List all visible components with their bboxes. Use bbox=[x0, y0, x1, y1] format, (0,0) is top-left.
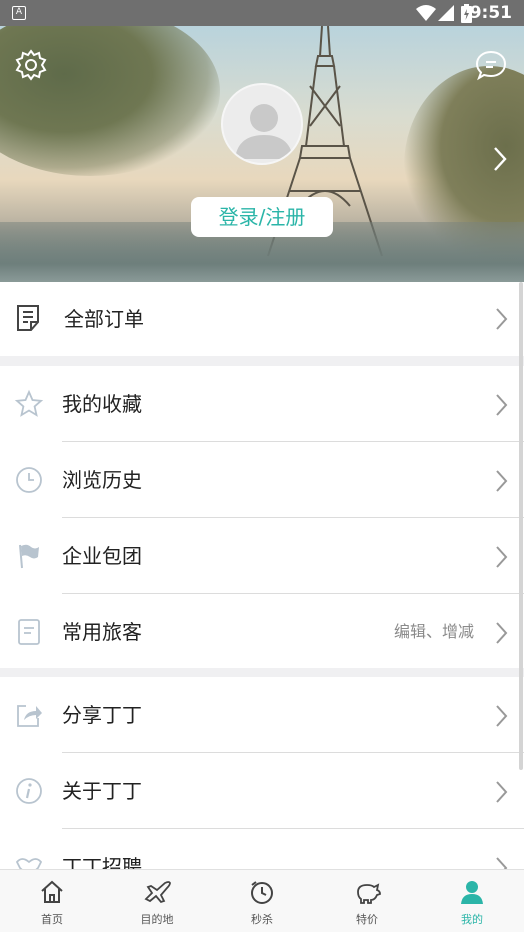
nav-tab-mine[interactable]: 我的 bbox=[420, 870, 524, 932]
orders-section: 全部订单 bbox=[0, 282, 524, 356]
clock-icon bbox=[16, 467, 42, 493]
handshake-icon bbox=[15, 858, 43, 869]
chat-icon[interactable] bbox=[474, 48, 508, 82]
nav-tab-label: 目的地 bbox=[140, 913, 174, 926]
info-icon bbox=[16, 778, 42, 804]
menu-item-label: 浏览历史 bbox=[62, 468, 142, 492]
plane-icon bbox=[144, 881, 171, 904]
nav-tab-deals[interactable]: 特价 bbox=[315, 870, 419, 932]
user-icon bbox=[461, 881, 483, 904]
star-icon bbox=[14, 389, 44, 417]
scrollbar[interactable] bbox=[519, 282, 523, 770]
menu-group-personal: 我的收藏 浏览历史 企业包团 常用旅客 编辑、增减 bbox=[0, 366, 524, 668]
chevron-right-icon[interactable] bbox=[492, 146, 508, 172]
chevron-right-icon bbox=[496, 857, 508, 869]
menu-group-about: 分享丁丁 关于丁丁 丁丁招聘 bbox=[0, 677, 524, 869]
share-icon bbox=[17, 705, 42, 727]
menu-item-careers[interactable]: 丁丁招聘 bbox=[0, 829, 524, 869]
menu-item-group-tour[interactable]: 企业包团 bbox=[0, 518, 524, 594]
menu-item-label: 丁丁招聘 bbox=[62, 855, 142, 869]
nav-tab-label: 秒杀 bbox=[251, 913, 273, 926]
menu-item-label: 分享丁丁 bbox=[62, 703, 142, 727]
menu-item-frequent-travelers[interactable]: 常用旅客 编辑、增减 bbox=[0, 594, 524, 670]
chevron-right-icon bbox=[496, 470, 508, 492]
nav-tab-label: 我的 bbox=[461, 913, 483, 926]
clock-time: 9:51 bbox=[469, 3, 512, 23]
login-register-button[interactable]: 登录/注册 bbox=[191, 197, 333, 237]
chevron-right-icon bbox=[496, 705, 508, 727]
signal-icon bbox=[438, 5, 454, 21]
piggy-bank-icon bbox=[357, 883, 381, 904]
wifi-icon bbox=[416, 5, 436, 21]
chevron-right-icon bbox=[496, 394, 508, 416]
document-icon bbox=[18, 619, 40, 645]
avatar[interactable] bbox=[221, 83, 303, 165]
home-icon bbox=[41, 880, 63, 903]
nav-tab-home[interactable]: 首页 bbox=[0, 870, 104, 932]
status-bar: A 9:51 bbox=[0, 0, 524, 26]
menu-item-hint: 编辑、增减 bbox=[393, 622, 474, 641]
menu-item-share[interactable]: 分享丁丁 bbox=[0, 677, 524, 753]
menu-item-about[interactable]: 关于丁丁 bbox=[0, 753, 524, 829]
menu-item-favorites[interactable]: 我的收藏 bbox=[0, 366, 524, 442]
timer-icon bbox=[251, 881, 273, 904]
chevron-right-icon bbox=[496, 308, 508, 330]
bottom-navigation: 首页 目的地 秒杀 特价 我的 bbox=[0, 869, 524, 932]
chevron-right-icon bbox=[496, 781, 508, 803]
menu-item-label: 我的收藏 bbox=[62, 392, 142, 416]
nav-tab-label: 特价 bbox=[356, 913, 378, 926]
profile-header: 登录/注册 bbox=[0, 26, 524, 282]
menu-item-label: 企业包团 bbox=[62, 544, 142, 568]
chevron-right-icon bbox=[496, 546, 508, 568]
nav-tab-flash-sale[interactable]: 秒杀 bbox=[210, 870, 314, 932]
app-notification-icon: A bbox=[12, 6, 26, 20]
menu-item-label: 常用旅客 bbox=[62, 620, 142, 644]
chevron-right-icon bbox=[496, 622, 508, 644]
order-list-icon bbox=[17, 305, 39, 331]
menu-item-orders[interactable]: 全部订单 bbox=[0, 282, 524, 356]
nav-tab-destinations[interactable]: 目的地 bbox=[105, 870, 209, 932]
profile-screen: A 9:51 登录/注册 全部订单 我的收藏 浏览历史 企业包团 常用旅客 编辑… bbox=[0, 0, 524, 932]
flag-icon bbox=[19, 544, 39, 569]
nav-tab-label: 首页 bbox=[41, 913, 63, 926]
menu-item-label: 关于丁丁 bbox=[62, 779, 142, 803]
gear-icon[interactable] bbox=[14, 48, 48, 82]
menu-item-label: 全部订单 bbox=[64, 307, 144, 331]
menu-item-history[interactable]: 浏览历史 bbox=[0, 442, 524, 518]
